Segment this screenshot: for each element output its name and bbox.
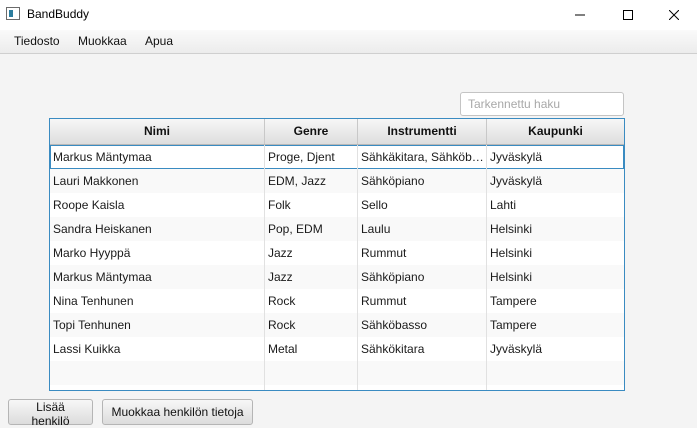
close-button[interactable] [651, 0, 697, 30]
table-row[interactable]: Lauri Makkonen EDM, Jazz Sähköpiano Jyväsky… [50, 169, 624, 193]
maximize-button[interactable] [605, 0, 651, 30]
table-cell: Topi Tenhunen [50, 313, 265, 337]
table-cell: Jazz [265, 265, 358, 289]
table-cell: Roope Kaisla [50, 193, 265, 217]
table-body: Markus Mäntymaa Proge, Djent Sähkäkitara, … [50, 145, 624, 390]
edit-person-button[interactable]: Muokkaa henkilön tietoja [102, 399, 253, 425]
table-cell [487, 385, 624, 390]
table-row[interactable]: Nina Tenhunen Rock Rummut Tampere [50, 289, 624, 313]
table-cell: Sähkökitara [358, 337, 487, 361]
table-cell: Sähköpiano [358, 265, 487, 289]
table-cell: Sähkäkitara, Sähköbasso [358, 145, 487, 169]
minimize-icon [575, 14, 585, 16]
table-cell [50, 385, 265, 390]
table-row-empty[interactable] [50, 361, 624, 385]
table-cell: Sähköpiano [358, 169, 487, 193]
table-header: Nimi Genre Instrumentti Kaupunki [50, 119, 624, 145]
app-icon [6, 7, 20, 20]
table-cell: Markus Mäntymaa [50, 265, 265, 289]
title-bar: BandBuddy [0, 0, 697, 30]
column-header-nimi[interactable]: Nimi [50, 119, 265, 144]
table-cell: Rock [265, 289, 358, 313]
maximize-icon [623, 10, 633, 20]
table-cell: Tampere [490, 318, 537, 332]
table-cell: Jyväskylä [490, 150, 543, 164]
table-cell [487, 361, 624, 385]
table-cell: Pop, EDM [265, 217, 358, 241]
table-cell [358, 385, 487, 390]
table-cell: Jyväskylä [490, 174, 543, 188]
people-table: Nimi Genre Instrumentti Kaupunki Markus … [49, 118, 625, 391]
column-header-kaupunki[interactable]: Kaupunki [487, 119, 624, 144]
table-row[interactable]: Lassi Kuikka Metal Sähkökitara Jyväskylä [50, 337, 624, 361]
menu-muokkaa[interactable]: Muokkaa [78, 34, 127, 48]
table-cell: Sello [358, 193, 487, 217]
table-cell: Rummut [358, 289, 487, 313]
menu-bar: Tiedosto Muokkaa Apua [0, 30, 697, 54]
table-cell: Folk [265, 193, 358, 217]
table-cell: Jazz [265, 241, 358, 265]
table-cell: Metal [265, 337, 358, 361]
table-cell [50, 361, 265, 385]
table-cell: Helsinki [490, 222, 533, 236]
table-row[interactable]: Topi Tenhunen Rock Sähköbasso Tampere [50, 313, 624, 337]
table-row-empty[interactable] [50, 385, 624, 390]
table-cell [265, 361, 358, 385]
table-row[interactable]: Markus Mäntymaa Proge, Djent Sähkäkitara, … [50, 145, 624, 169]
table-cell: Sähköbasso [358, 313, 487, 337]
table-cell: Nina Tenhunen [50, 289, 265, 313]
table-cell: Sandra Heiskanen [50, 217, 265, 241]
add-person-button[interactable]: Lisää henkilö [8, 399, 93, 428]
table-row[interactable]: Roope Kaisla Folk Sello Lahti [50, 193, 624, 217]
table-cell: Rummut [358, 241, 487, 265]
table-cell: Lassi Kuikka [50, 337, 265, 361]
table-cell [265, 385, 358, 390]
table-cell: Markus Mäntymaa [50, 145, 265, 169]
column-header-instrumentti[interactable]: Instrumentti [358, 119, 487, 144]
minimize-button[interactable] [557, 0, 603, 30]
window-title: BandBuddy [27, 7, 90, 21]
table-cell [358, 361, 487, 385]
menu-tiedosto[interactable]: Tiedosto [14, 34, 60, 48]
search-input[interactable] [460, 92, 624, 116]
table-row[interactable]: Markus Mäntymaa Jazz Sähköpiano Helsinki [50, 265, 624, 289]
table-row[interactable]: Marko Hyyppä Jazz Rummut Helsinki [50, 241, 624, 265]
table-row[interactable]: Sandra Heiskanen Pop, EDM Laulu Helsinki [50, 217, 624, 241]
table-cell: Tampere [490, 294, 537, 308]
table-cell: Rock [265, 313, 358, 337]
table-cell: Lauri Makkonen [50, 169, 265, 193]
table-cell: Proge, Djent [265, 145, 358, 169]
table-cell: Lahti [490, 198, 517, 212]
table-cell: Helsinki [490, 270, 533, 284]
table-cell: Helsinki [490, 246, 533, 260]
menu-apua[interactable]: Apua [145, 34, 173, 48]
table-cell: Jyväskylä [490, 342, 543, 356]
close-icon [669, 10, 679, 20]
table-cell: EDM, Jazz [265, 169, 358, 193]
column-header-genre[interactable]: Genre [265, 119, 358, 144]
table-cell: Marko Hyyppä [50, 241, 265, 265]
table-cell: Laulu [358, 217, 487, 241]
